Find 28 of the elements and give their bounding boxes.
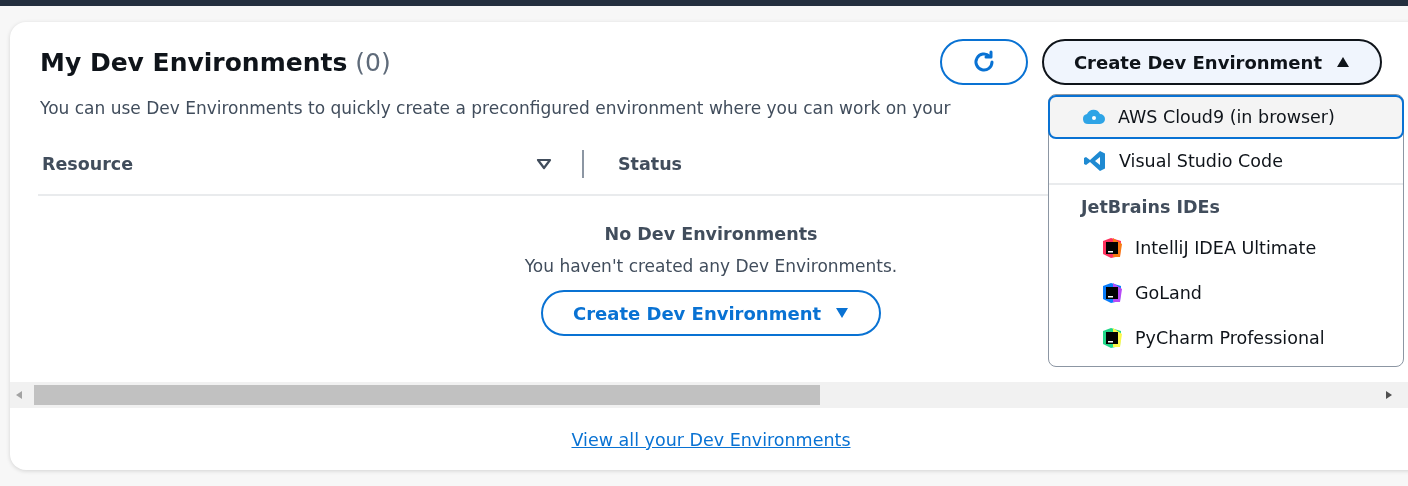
column-header: Resource <box>42 154 135 174</box>
menu-item[interactable]: Visual Studio Code <box>1049 139 1403 183</box>
caret-up-icon <box>1336 56 1350 68</box>
square-logo-icon <box>1101 326 1123 349</box>
create-dropdown-button[interactable]: Create Dev Environment <box>540 290 882 336</box>
refresh-button[interactable] <box>939 39 1028 85</box>
menu-item[interactable]: IntelliJ IDEA Ultimate <box>1049 225 1403 270</box>
create-dropdown-button[interactable]: Create Dev Environment <box>1041 39 1382 85</box>
item-count: (0) <box>355 47 391 77</box>
view-all-link[interactable]: View all your Dev Environments <box>571 430 851 450</box>
scroll-right-icon[interactable] <box>1386 391 1392 399</box>
sort-icon[interactable] <box>536 158 552 170</box>
description-text: You can use Dev Environments to quickly create a preconfigured environment where you can work on your <box>40 98 951 120</box>
menu-item[interactable]: GoLand <box>1049 270 1403 315</box>
scrollbar-thumb[interactable] <box>34 385 820 405</box>
menu-item[interactable]: PyCharm Professional <box>1049 315 1403 360</box>
menu-group-header: JetBrains IDEs <box>1079 196 1221 219</box>
square-logo-icon <box>1101 236 1123 259</box>
empty-state-message: You haven't created any Dev Environments. <box>524 256 898 276</box>
panel-title: My Dev Environments <box>40 47 348 77</box>
square-logo-icon <box>1101 281 1123 304</box>
code-icon <box>1083 149 1107 173</box>
empty-state-title: No Dev Environments <box>604 224 818 244</box>
horizontal-scrollbar[interactable] <box>10 382 1408 408</box>
column-header: Status <box>618 154 683 174</box>
caret-down-icon <box>835 307 850 319</box>
menu-item[interactable]: AWS Cloud9 (in browser) <box>1048 95 1404 139</box>
cloud-icon <box>1082 109 1106 125</box>
